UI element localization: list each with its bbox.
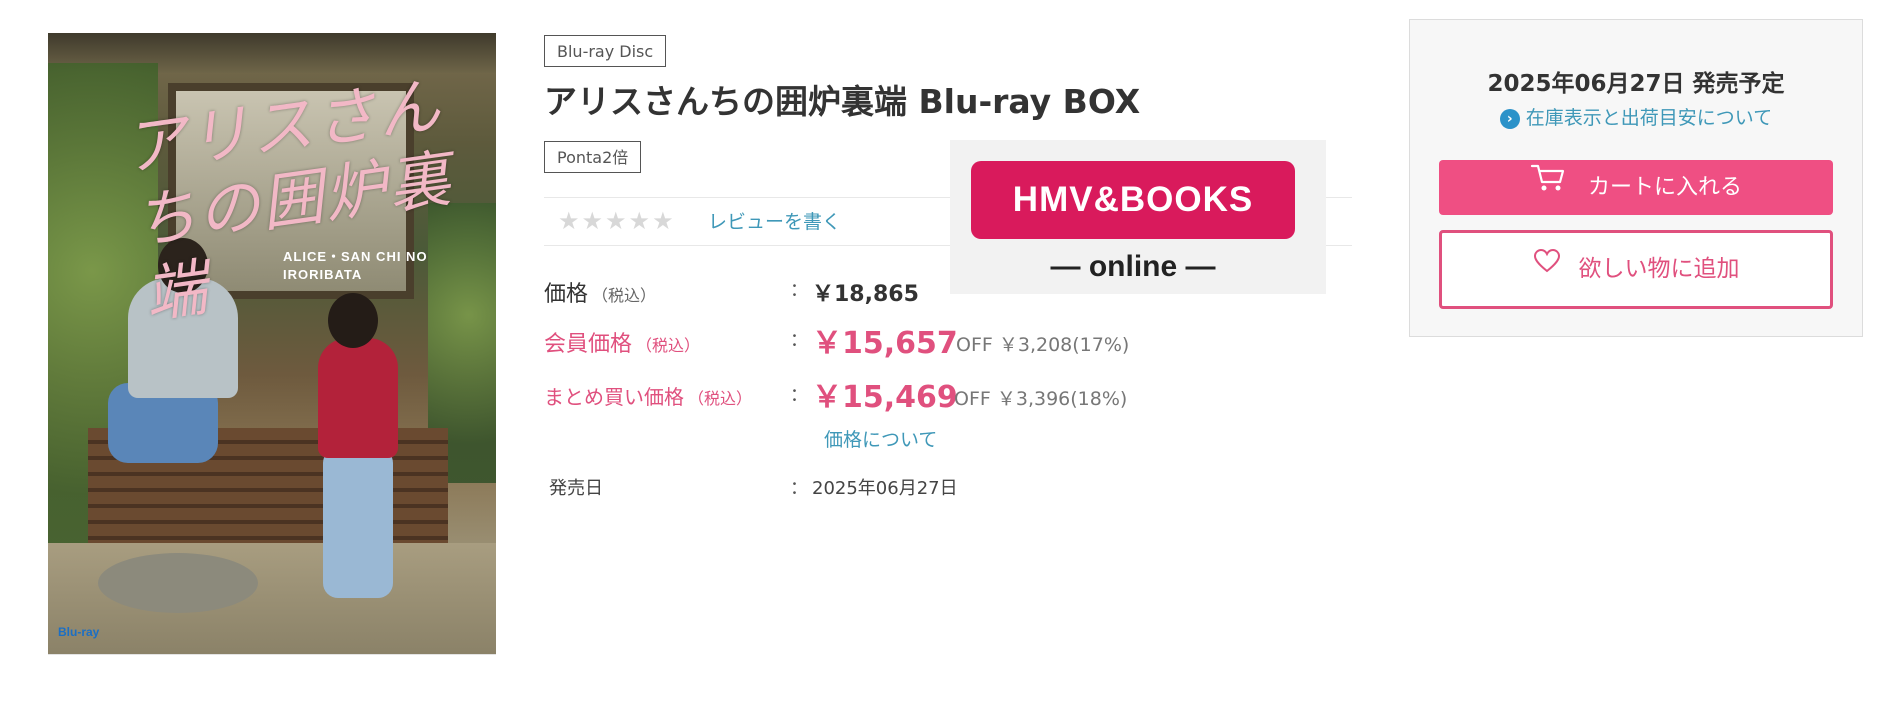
heart-icon bbox=[1533, 231, 1561, 304]
add-to-cart-button[interactable]: カートに入れる bbox=[1439, 160, 1833, 215]
separator-colon: ： bbox=[790, 478, 808, 499]
separator-colon: ： bbox=[790, 385, 808, 406]
chevron-right-icon: › bbox=[1499, 108, 1520, 129]
add-to-cart-label: カートに入れる bbox=[1587, 175, 1742, 200]
cover-person-right bbox=[318, 338, 398, 458]
bulk-price-label-text: まとめ買い価格 bbox=[544, 385, 684, 409]
product-cover-image[interactable]: アリスさんちの囲炉裏端 ALICE・SAN CHI NO IRORIBATA B… bbox=[48, 33, 496, 655]
tax-note: （税込） bbox=[592, 286, 657, 305]
bluray-logo: Blu-ray bbox=[58, 625, 100, 639]
product-title: アリスさんちの囲炉裏端 Blu-ray BOX bbox=[544, 82, 1141, 121]
price-label-text: 価格 bbox=[544, 282, 589, 307]
price-label: 価格 （税込） bbox=[544, 276, 656, 308]
separator-colon: ： bbox=[790, 330, 808, 351]
cover-title-jp: アリスさんちの囲炉裏端 bbox=[119, 68, 457, 332]
price-info-link[interactable]: 価格について bbox=[824, 425, 937, 452]
member-price-label: 会員価格 （税込） bbox=[544, 326, 700, 358]
release-schedule: 2025年06月27日 発売予定 bbox=[1487, 71, 1785, 97]
separator-colon: ： bbox=[790, 280, 808, 301]
write-review-link[interactable]: レビューを書く bbox=[708, 209, 841, 235]
add-to-wishlist-button[interactable]: 欲しい物に追加 bbox=[1439, 230, 1833, 309]
member-price-label-text: 会員価格 bbox=[544, 332, 633, 357]
stock-info-text: 在庫表示と出荷目安について bbox=[1525, 107, 1773, 129]
tax-note: （税込） bbox=[636, 336, 701, 355]
stock-info-link[interactable]: › 在庫表示と出荷目安について bbox=[1409, 103, 1863, 130]
bulk-price-value: ￥15,469 bbox=[812, 380, 958, 415]
member-price-value: ￥15,657 bbox=[812, 326, 958, 361]
release-date-label: 発売日 bbox=[549, 478, 603, 499]
cover-title-en: ALICE・SAN CHI NO IRORIBATA bbox=[283, 248, 483, 284]
bulk-discount: OFF ￥3,396(18%) bbox=[954, 388, 1128, 410]
cover-person-right-legs bbox=[323, 448, 393, 598]
cart-icon bbox=[1530, 159, 1566, 214]
format-tag: Blu-ray Disc bbox=[544, 35, 667, 67]
price-value: ￥18,865 bbox=[812, 282, 919, 307]
cover-rock bbox=[98, 553, 258, 613]
release-date-value: 2025年06月27日 bbox=[812, 478, 958, 499]
add-to-wishlist-label: 欲しい物に追加 bbox=[1578, 256, 1740, 282]
cover-title-en-line2: IRORIBATA bbox=[283, 267, 363, 282]
hmv-logo-text: HMV&BOOKS bbox=[1012, 180, 1254, 219]
bulk-price-label: まとめ買い価格 （税込） bbox=[544, 381, 752, 410]
cover-title-en-line1: ALICE・SAN CHI NO bbox=[283, 249, 428, 264]
member-discount: OFF ￥3,208(17%) bbox=[956, 334, 1130, 356]
hmv-logo-subtext: — online — bbox=[1050, 250, 1216, 283]
ponta-tag: Ponta2倍 bbox=[544, 141, 642, 173]
rating-stars: ★★★★★ bbox=[558, 207, 676, 235]
tax-note: （税込） bbox=[688, 389, 753, 408]
